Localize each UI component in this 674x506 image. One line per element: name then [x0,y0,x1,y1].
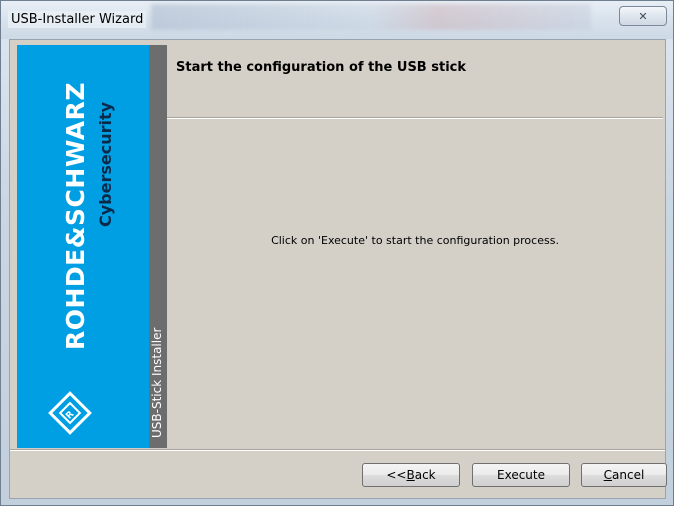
back-button-prefix: << [386,468,407,482]
side-strip-label: USB-Stick Installer [150,327,164,438]
back-button-rest: ack [414,468,436,482]
back-button-mnemonic: B [406,468,415,482]
brand-name: ROHDE&SCHWARZ [61,81,90,350]
execute-button-label: Execute [497,468,545,482]
header-divider [167,117,663,119]
brand-panel: ROHDE&SCHWARZ Cybersecurity R [17,45,149,448]
window-title: USB-Installer Wizard [8,11,147,28]
background-window-blur [151,4,591,30]
instruction-text: Click on 'Execute' to start the configur… [271,234,559,247]
rohde-schwarz-logo-icon: R [48,391,92,435]
footer-divider [10,449,665,451]
wizard-client-area: ROHDE&SCHWARZ Cybersecurity R USB-Stick … [9,39,667,499]
page-title: Start the configuration of the USB stick [176,60,467,75]
brand-subtitle: Cybersecurity [96,101,115,227]
close-icon: ✕ [638,9,648,23]
execute-button[interactable]: Execute [472,463,570,487]
title-bar[interactable]: USB-Installer Wizard ✕ [1,1,673,39]
cancel-button[interactable]: Cancel [581,463,667,487]
side-strip: USB-Stick Installer [149,45,167,448]
wizard-header: Start the configuration of the USB stick [167,45,663,117]
wizard-window: USB-Installer Wizard ✕ ROHDE&SCHWARZ Cyb… [0,0,674,506]
back-button[interactable]: << Back [362,463,460,487]
close-button[interactable]: ✕ [619,6,667,26]
cancel-button-mnemonic: C [603,468,613,482]
cancel-button-rest: ancel [612,468,645,482]
